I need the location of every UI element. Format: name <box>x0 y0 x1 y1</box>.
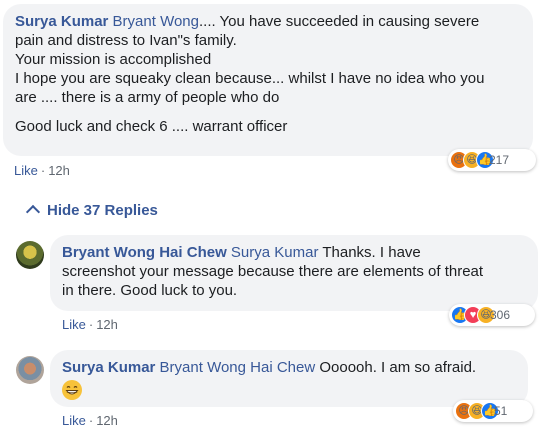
comment-text: .... You have succeeded in causing sever… <box>198 13 480 30</box>
comment-text: screenshot your message because there ar… <box>62 263 484 280</box>
hide-replies-label: Hide 37 Replies <box>47 202 158 219</box>
grin-emoji-icon <box>62 380 82 400</box>
comment-tag[interactable]: Bryant Wong <box>113 13 199 30</box>
comment-author[interactable]: Bryant Wong Hai Chew <box>62 244 227 261</box>
reaction-summary[interactable]: 😠 😆 👍 217 <box>448 149 536 171</box>
hide-replies-link[interactable]: Hide 37 Replies <box>25 202 158 220</box>
comment-tag[interactable]: Surya Kumar <box>231 244 319 261</box>
timestamp[interactable]: 12h <box>96 413 118 428</box>
reaction-summary[interactable]: 👍 ♥ 😆 306 <box>449 304 535 326</box>
reply-bubble-1: Bryant Wong Hai Chew Surya Kumar Thanks.… <box>50 235 538 311</box>
comment-text: Thanks. I have <box>318 244 421 261</box>
reaction-count: 51 <box>494 404 508 418</box>
reaction-count: 306 <box>490 308 511 322</box>
comment-author[interactable]: Surya Kumar <box>62 359 155 376</box>
timestamp[interactable]: 12h <box>96 317 118 332</box>
reply-bubble-2: Surya Kumar Bryant Wong Hai Chew Oooooh.… <box>50 350 528 407</box>
comment-bubble-1: Surya Kumar Bryant Wong.... You have suc… <box>3 4 533 156</box>
comment-text: I hope you are squeaky clean because... … <box>15 70 485 87</box>
like-link[interactable]: Like <box>62 413 86 428</box>
like-link[interactable]: Like <box>62 317 86 332</box>
reaction-count: 217 <box>489 153 510 167</box>
avatar[interactable] <box>16 356 44 384</box>
comment-text: Good luck and check 6 .... warrant offic… <box>15 118 288 135</box>
like-link[interactable]: Like <box>14 163 38 178</box>
comment-actions: Like · 12h <box>14 163 70 178</box>
comment-author[interactable]: Surya Kumar <box>15 13 108 30</box>
comment-tag[interactable]: Bryant Wong Hai Chew <box>160 359 316 376</box>
comment-text: Oooooh. I am so afraid. <box>315 359 477 376</box>
comment-text: in there. Good luck to you. <box>62 282 238 299</box>
comment-text: pain and distress to Ivan"s family. <box>15 32 237 49</box>
comment-actions: Like · 12h <box>62 317 118 332</box>
avatar[interactable] <box>16 241 44 269</box>
reaction-summary[interactable]: 😠 😆 👍 51 <box>453 400 533 422</box>
timestamp[interactable]: 12h <box>48 163 70 178</box>
comment-text: are .... there is a army of people who d… <box>15 89 280 106</box>
comment-actions: Like · 12h <box>62 413 118 428</box>
chevron-up-icon <box>25 204 41 220</box>
comment-text: Your mission is accomplished <box>15 51 212 68</box>
